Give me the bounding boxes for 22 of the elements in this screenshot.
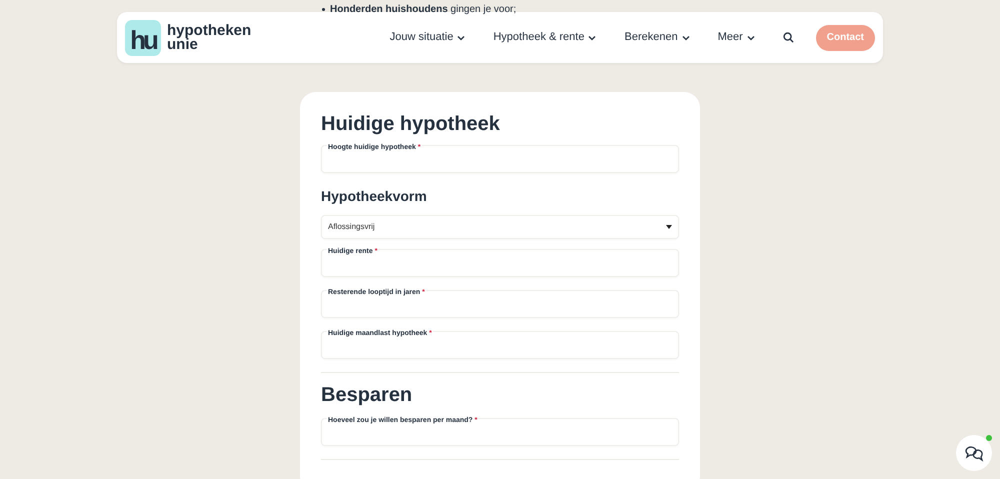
brand-name: hypotheken: [167, 24, 252, 38]
nav-menu-link[interactable]: Meer: [718, 29, 755, 46]
chat-button[interactable]: [956, 435, 992, 471]
section-heading: Huidige hypotheek: [321, 112, 501, 137]
chat-bubbles-icon: [964, 444, 984, 462]
select-field[interactable]: Aflossingsvrij: [321, 215, 679, 239]
intro-bullet-text: Honderden huishoudens gingen je voor;: [330, 4, 516, 14]
logo-mark[interactable]: hu: [125, 20, 161, 56]
bullet-icon: [322, 8, 325, 11]
nav-menu-link[interactable]: Hypotheek & rente: [493, 29, 596, 46]
dropdown-caret-icon: [666, 225, 672, 229]
chevron-down-icon: [682, 34, 690, 40]
chevron-down-icon: [746, 34, 755, 40]
nav-menu-link[interactable]: Berekenen: [624, 29, 690, 46]
section-subheading: Hypotheekvorm: [321, 187, 428, 206]
chevron-down-icon: [457, 34, 466, 40]
brand-name-second-line: unie: [167, 38, 198, 52]
chevron-down-icon: [588, 34, 596, 40]
select-value: Aflossingsvrij: [328, 221, 375, 233]
section-heading: Besparen: [321, 383, 414, 408]
search-icon[interactable]: [782, 32, 794, 43]
nav-menu-link[interactable]: Jouw situatie: [390, 29, 466, 46]
